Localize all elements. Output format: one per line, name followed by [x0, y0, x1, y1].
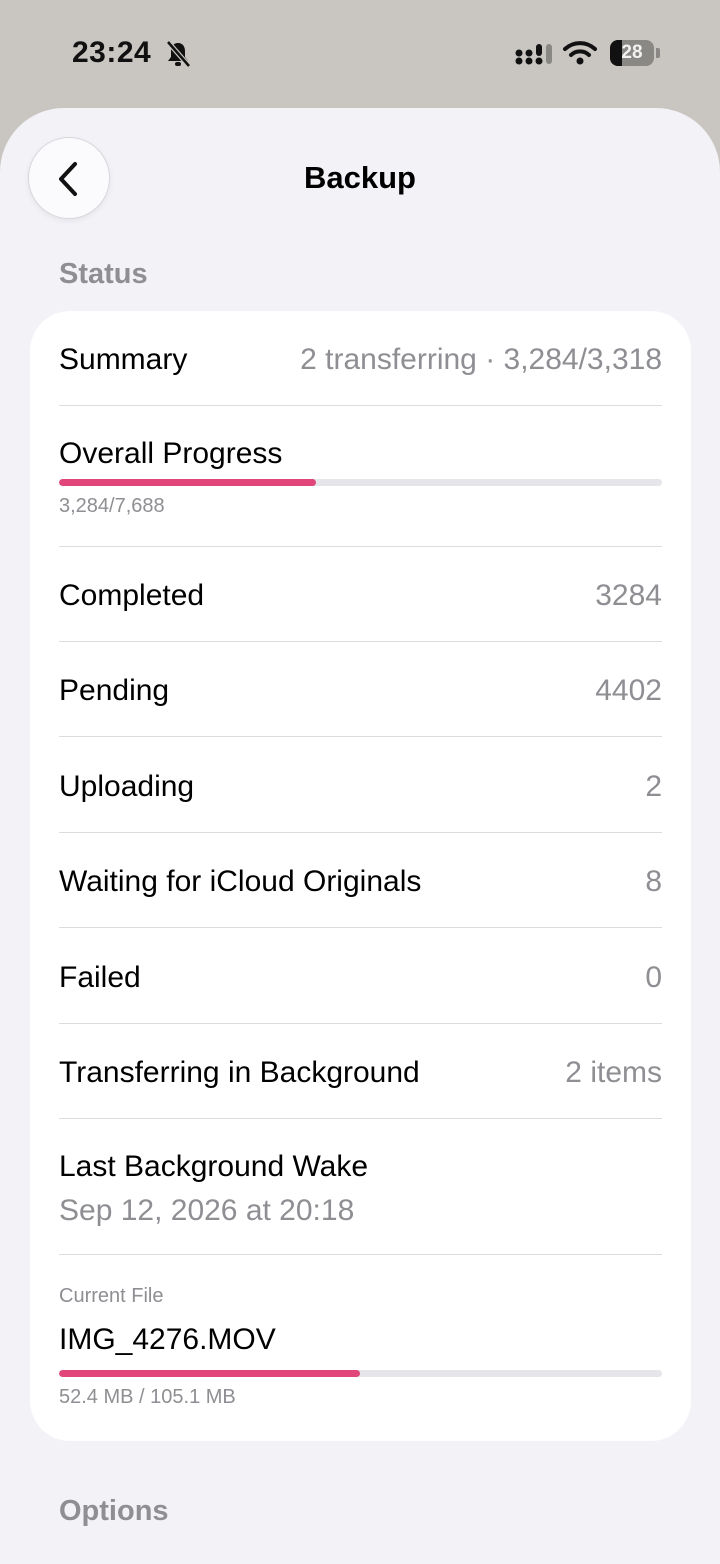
page-title: Backup [304, 160, 416, 195]
stat-label: Waiting for iCloud Originals [59, 865, 422, 898]
stat-label: Transferring in Background [59, 1056, 420, 1089]
overall-progress-fill [59, 479, 317, 486]
battery-body: 28 [610, 40, 654, 66]
summary-value: 2 transferring · 3,284/3,318 [300, 343, 662, 376]
stat-value: 4402 [595, 674, 662, 707]
divider [59, 1254, 662, 1255]
divider [59, 927, 662, 928]
options-section-header: Options [59, 1495, 169, 1527]
battery-level: 28 [621, 42, 643, 63]
divider [59, 405, 662, 406]
overall-progress-bar [59, 479, 662, 486]
battery-cap [656, 48, 660, 58]
stat-value: 0 [645, 961, 662, 994]
current-file-progress-bar [59, 1370, 662, 1377]
stat-value: 2 items [565, 1056, 662, 1089]
divider [59, 641, 662, 642]
divider [59, 832, 662, 833]
divider [59, 1118, 662, 1119]
stat-value: 3284 [595, 579, 662, 612]
current-file-caption: Current File [59, 1285, 164, 1307]
current-file-detail: 52.4 MB / 105.1 MB [59, 1386, 236, 1408]
overall-progress-label: Overall Progress [59, 437, 283, 470]
bell-slash-icon [166, 40, 191, 68]
summary-label: Summary [59, 343, 188, 376]
divider [59, 736, 662, 737]
status-card: Summary 2 transferring · 3,284/3,318 Ove… [30, 311, 691, 1441]
signal-icon [515, 44, 552, 65]
last-wake-value: Sep 12, 2026 at 20:18 [59, 1194, 355, 1227]
divider [59, 1023, 662, 1024]
stat-label: Completed [59, 579, 205, 612]
stat-label: Pending [59, 674, 170, 707]
wifi-icon [563, 41, 597, 65]
divider [59, 546, 662, 547]
stat-label: Failed [59, 961, 141, 994]
battery-icon: 28 [610, 40, 660, 66]
backup-sheet: Backup Status Summary 2 transferring · 3… [0, 108, 720, 1564]
last-wake-label: Last Background Wake [59, 1150, 369, 1183]
stat-label: Uploading [59, 770, 195, 803]
status-time: 23:24 [72, 36, 152, 69]
current-file-name: IMG_4276.MOV [59, 1323, 276, 1356]
status-bar: 23:24 28 [0, 0, 720, 108]
stat-value: 2 [645, 770, 662, 803]
overall-progress-detail: 3,284/7,688 [59, 495, 165, 517]
status-section-header: Status [59, 258, 148, 290]
stat-value: 8 [645, 865, 662, 898]
current-file-progress-fill [59, 1370, 360, 1377]
